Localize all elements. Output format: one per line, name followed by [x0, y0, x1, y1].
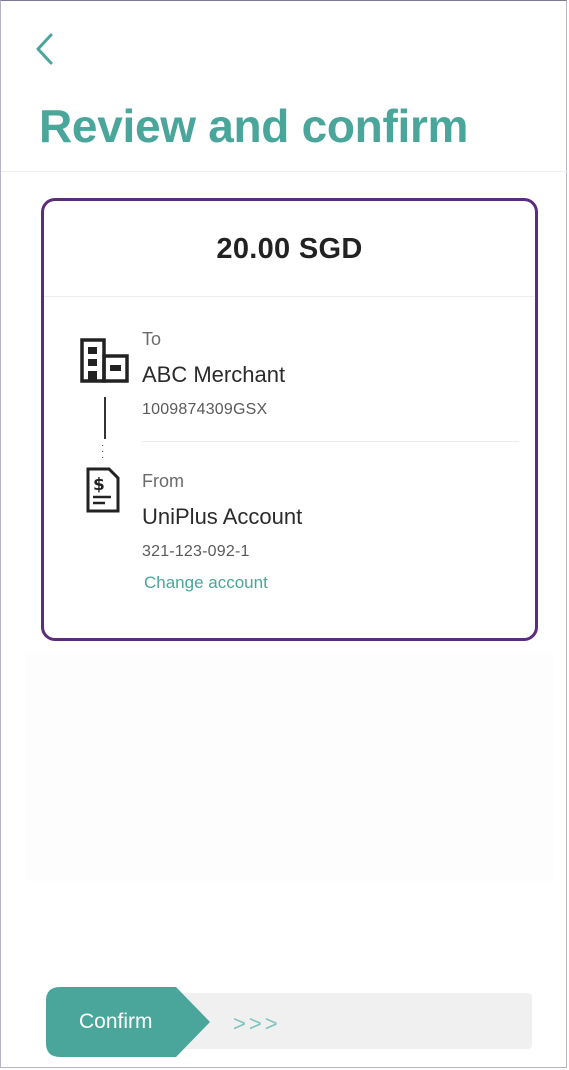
connector-line: [104, 397, 106, 439]
page-title: Review and confirm: [39, 100, 469, 152]
building-icon: [80, 338, 130, 389]
back-button[interactable]: [27, 29, 63, 69]
connector-dots: · · ·: [101, 440, 105, 463]
merchant-id: 1009874309GSX: [142, 401, 268, 418]
amount-divider: [44, 296, 535, 297]
change-account-link[interactable]: Change account: [144, 573, 268, 593]
to-label: To: [142, 329, 162, 349]
chevron-left-icon: [36, 33, 53, 65]
header-divider: [1, 171, 568, 172]
section-divider: [142, 441, 519, 442]
account-document-icon: $: [85, 466, 121, 519]
merchant-name: ABC Merchant: [142, 362, 286, 387]
amount-value: 20.00 SGD: [216, 233, 363, 265]
content-background: [25, 651, 553, 881]
account-name: UniPlus Account: [142, 504, 303, 529]
app-screen: Review and confirm 20.00 SGD To ABC Merc…: [0, 0, 568, 1068]
account-number: 321-123-092-1: [142, 543, 250, 560]
swipe-arrows-icon: >>>: [233, 1011, 281, 1036]
svg-text:$: $: [93, 475, 105, 495]
from-label: From: [142, 471, 184, 491]
review-card: 20.00 SGD To ABC Merchant 1009874309GSX …: [41, 198, 538, 641]
confirm-label: Confirm: [79, 1010, 153, 1033]
